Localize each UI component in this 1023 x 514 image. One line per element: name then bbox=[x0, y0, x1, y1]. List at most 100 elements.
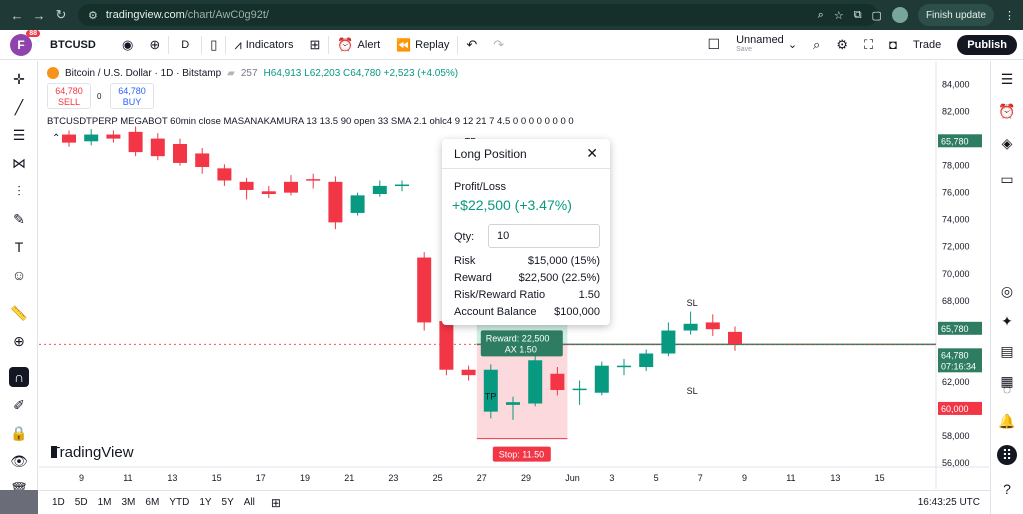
fullscreen-icon[interactable]: ⛶ bbox=[856, 30, 881, 60]
extensions-icon[interactable]: ⧉ bbox=[854, 9, 862, 22]
profile-avatar[interactable] bbox=[891, 7, 908, 23]
magnet-icon[interactable]: ∩ bbox=[9, 367, 29, 387]
notification-bell-icon[interactable]: 🔔 bbox=[997, 411, 1017, 431]
buy-button[interactable]: 64,780 BUY bbox=[110, 83, 154, 109]
sidebar-icon[interactable]: ▢ bbox=[872, 9, 882, 22]
indicators-button[interactable]: ⩘ Indicators bbox=[226, 30, 301, 60]
reward-tag-line1: Reward: 22,500 bbox=[486, 333, 550, 343]
settings-gear-icon[interactable]: ⚙ bbox=[828, 30, 856, 60]
site-info-icon[interactable]: ⚙ bbox=[88, 9, 98, 22]
tf-1m[interactable]: 1M bbox=[93, 497, 117, 508]
layers-icon[interactable]: ◈ bbox=[997, 133, 1017, 153]
brush-icon[interactable]: ✎ bbox=[9, 209, 29, 229]
templates-grid-icon[interactable]: ⊞ bbox=[301, 30, 328, 60]
long-position-panel[interactable]: Long Position ✕ Profit/Loss +$22,500 (+3… bbox=[442, 139, 610, 325]
tf-6m[interactable]: 6M bbox=[140, 497, 164, 508]
broadcast-icon[interactable]: ◌ bbox=[997, 379, 1017, 399]
candle-body bbox=[617, 365, 631, 368]
trade-button[interactable]: Trade bbox=[905, 30, 949, 60]
candle-style-icon[interactable]: ▯ bbox=[202, 30, 225, 60]
layout-checkbox-icon[interactable]: ☐ bbox=[700, 30, 729, 60]
ratio-row: Risk/Reward Ratio 1.50 bbox=[454, 289, 600, 301]
camera-icon[interactable]: ◘ bbox=[881, 30, 905, 60]
ruler-icon[interactable]: 📏 bbox=[9, 303, 29, 323]
back-icon[interactable]: ← bbox=[6, 8, 28, 23]
lock-icon[interactable]: 🔒 bbox=[9, 423, 29, 443]
tf-1y[interactable]: 1Y bbox=[194, 497, 216, 508]
layout-name-button[interactable]: Unnamed Save ⌄ bbox=[728, 30, 805, 60]
balance-label: Account Balance bbox=[454, 306, 537, 318]
collapse-corner[interactable] bbox=[0, 490, 38, 514]
undo-icon[interactable]: ↶ bbox=[458, 30, 485, 60]
sell-button[interactable]: 64,780 SELL bbox=[47, 83, 91, 109]
flag-icon[interactable]: ▰ bbox=[227, 68, 235, 79]
eye-icon[interactable]: 👁 bbox=[9, 451, 29, 471]
pattern-icon[interactable]: ⋈ bbox=[9, 153, 29, 173]
target-icon[interactable]: ◎ bbox=[997, 281, 1017, 301]
candle-body bbox=[395, 184, 409, 187]
user-avatar[interactable]: F 88 bbox=[10, 29, 40, 56]
collapse-legend-icon[interactable]: ⌃ bbox=[52, 133, 60, 144]
watchlist-eye-icon[interactable]: ◉ bbox=[114, 30, 141, 60]
streams-icon[interactable]: ▤ bbox=[997, 341, 1017, 361]
browser-menu-icon[interactable]: ⋮ bbox=[1004, 9, 1015, 22]
qty-input[interactable] bbox=[488, 224, 600, 248]
indicator-legend[interactable]: BTCUSDTPERP MEGABOT 60min close MASANAKA… bbox=[47, 116, 574, 127]
replay-button[interactable]: ⏪ Replay bbox=[388, 30, 457, 60]
tf-3m[interactable]: 3M bbox=[117, 497, 141, 508]
sell-price: 64,780 bbox=[55, 86, 83, 96]
alerts-clock-icon[interactable]: ⏰ bbox=[997, 101, 1017, 121]
candle-body bbox=[217, 168, 232, 181]
reload-icon[interactable]: ↻ bbox=[50, 7, 72, 23]
address-bar[interactable]: ⚙ tradingview.com/chart/AwC0g92t/ bbox=[78, 4, 878, 26]
zoom-icon[interactable]: ⌕ bbox=[818, 9, 824, 22]
interval-button[interactable]: D bbox=[169, 30, 201, 60]
target-price-tag-label: 65,780 bbox=[941, 136, 969, 146]
text-icon[interactable]: T bbox=[9, 237, 29, 257]
publish-button[interactable]: Publish bbox=[957, 34, 1017, 55]
alarm-clock-icon: ⏰ bbox=[337, 36, 354, 52]
legend-title: Bitcoin / U.S. Dollar · 1D · Bitstamp bbox=[65, 67, 222, 79]
chat-icon[interactable]: ▭ bbox=[997, 169, 1017, 189]
alert-button[interactable]: ⏰ Alert bbox=[329, 30, 388, 60]
ratio-value: 1.50 bbox=[578, 289, 600, 301]
bookmark-star-icon[interactable]: ☆ bbox=[834, 9, 844, 22]
utc-clock[interactable]: 16:43:25 UTC bbox=[918, 497, 980, 508]
reward-label: Reward bbox=[454, 272, 492, 284]
crosshair-icon[interactable]: ✛ bbox=[9, 69, 29, 89]
finish-update-button[interactable]: Finish update bbox=[917, 4, 994, 26]
tf-all[interactable]: All bbox=[239, 497, 260, 508]
tf-1d[interactable]: 1D bbox=[47, 497, 70, 508]
fib-lines-icon[interactable]: ☰ bbox=[9, 125, 29, 145]
symbol-label: BTCUSD bbox=[50, 38, 96, 51]
price-tick-label: 84,000 bbox=[942, 80, 970, 90]
redo-icon[interactable]: ↷ bbox=[485, 30, 512, 60]
ideas-icon[interactable]: ✦ bbox=[997, 311, 1017, 331]
close-icon[interactable]: ✕ bbox=[586, 145, 598, 162]
compare-plus-icon[interactable]: ⊕ bbox=[141, 30, 168, 60]
symbol-search[interactable]: BTCUSD bbox=[44, 34, 114, 56]
watchlist-icon[interactable]: ☰ bbox=[997, 69, 1017, 89]
quick-search-icon[interactable]: ⌕ bbox=[805, 30, 828, 60]
emoji-icon[interactable]: ☺ bbox=[9, 265, 29, 285]
tf-5d[interactable]: 5D bbox=[70, 497, 93, 508]
qty-label: Qty: bbox=[454, 231, 475, 243]
help-icon[interactable]: ? bbox=[997, 479, 1017, 499]
forward-icon[interactable]: → bbox=[28, 8, 50, 23]
candle-body bbox=[284, 181, 298, 193]
apps-grid-icon[interactable]: ⠿ bbox=[997, 445, 1017, 465]
candle-body bbox=[683, 323, 698, 331]
time-tick-label: 9 bbox=[742, 473, 747, 483]
zoom-in-icon[interactable]: ⊕ bbox=[9, 331, 29, 351]
layout-name: Unnamed Save bbox=[736, 34, 784, 55]
chart-pane[interactable]: 84,00082,00080,00078,00076,00074,00072,0… bbox=[39, 61, 989, 489]
prediction-icon[interactable]: ⫶ bbox=[9, 181, 29, 201]
symbol-legend: Bitcoin / U.S. Dollar · 1D · Bitstamp ▰ … bbox=[47, 67, 458, 79]
tf-ytd[interactable]: YTD bbox=[164, 497, 194, 508]
trend-line-icon[interactable]: ╱ bbox=[9, 97, 29, 117]
tf-5y[interactable]: 5Y bbox=[217, 497, 239, 508]
date-range-icon[interactable]: ⊞ bbox=[266, 496, 286, 510]
lock-drawing-icon[interactable]: ✐ bbox=[9, 395, 29, 415]
buy-label: BUY bbox=[122, 97, 142, 107]
replay-label: Replay bbox=[415, 38, 450, 51]
